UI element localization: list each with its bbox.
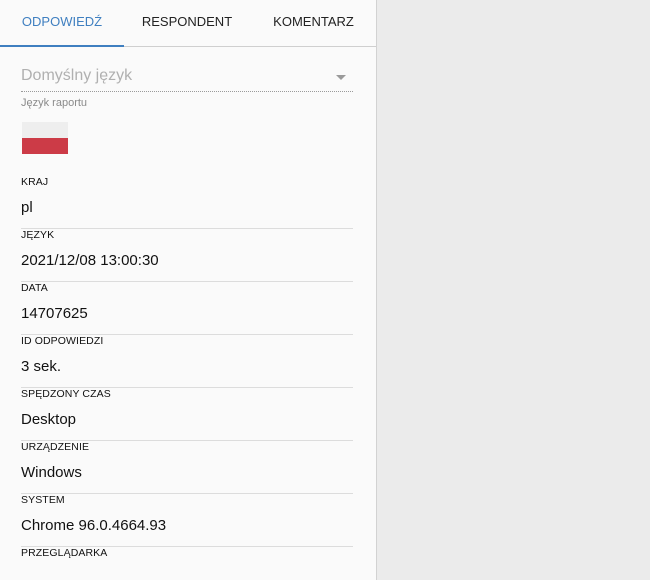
tab-komentarz[interactable]: KOMENTARZ [250, 0, 377, 46]
tab-odpowiedz[interactable]: ODPOWIEDŹ [0, 0, 124, 47]
field-label-kraj: KRAJ [21, 176, 49, 188]
field-value-data: 14707625 [21, 296, 353, 335]
report-language-value: Domyślny język [21, 67, 133, 84]
field-value-kraj: pl [21, 190, 353, 229]
response-details-panel: ODPOWIEDŹ RESPONDENT KOMENTARZ Domyślny … [0, 0, 377, 580]
tab-bar: ODPOWIEDŹ RESPONDENT KOMENTARZ [0, 0, 376, 47]
field-label-jezyk: JĘZYK [21, 229, 55, 241]
response-fields: KRAJ pl JĘZYK 2021/12/08 13:00:30 DATA 1… [21, 176, 353, 561]
field-label-id-odpowiedzi: ID ODPOWIEDZI [21, 335, 104, 347]
field-value-id-odpowiedzi: 3 sek. [21, 349, 353, 388]
field-label-przegladarka: PRZEGLĄDARKA [21, 547, 108, 559]
report-language-helper: Język raportu [21, 97, 88, 109]
field-value-system: Chrome 96.0.4664.93 [21, 508, 353, 547]
report-language-select[interactable]: Domyślny język [21, 62, 353, 92]
tab-respondent[interactable]: RESPONDENT [124, 0, 250, 46]
field-label-data: DATA [21, 282, 48, 294]
field-label-urzadzenie: URZĄDZENIE [21, 441, 90, 453]
field-value-jezyk: 2021/12/08 13:00:30 [21, 243, 353, 282]
flag-red-stripe [22, 138, 68, 154]
field-label-system: SYSTEM [21, 494, 65, 506]
field-value-urzadzenie: Windows [21, 455, 353, 494]
poland-flag-icon [22, 122, 68, 154]
field-value-spedzony-czas: Desktop [21, 402, 353, 441]
flag-white-stripe [22, 122, 68, 138]
field-label-spedzony-czas: SPĘDZONY CZAS [21, 388, 111, 400]
chevron-down-icon [336, 75, 346, 80]
